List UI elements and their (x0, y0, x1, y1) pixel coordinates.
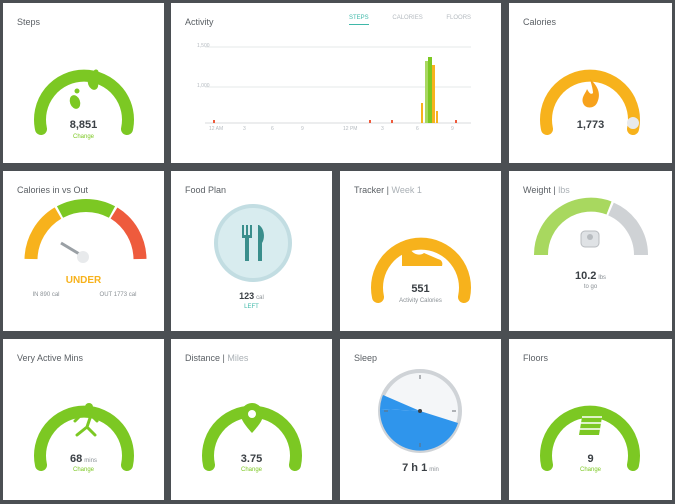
y-axis-label: 1,000 (197, 83, 210, 89)
calories-in-out-status: UNDER (65, 275, 102, 286)
very-active-value: 68 mins (70, 453, 97, 465)
weight-tile[interactable]: Weight | lbs 10.2 lbs to go (509, 171, 672, 331)
floors-status: Change (579, 467, 602, 473)
distance-tile[interactable]: Distance | Miles 3.75 Change (171, 339, 332, 500)
x-axis-label: 6 (271, 126, 274, 132)
sleep-value: 7 h 1 min (402, 462, 439, 474)
very-active-mins-tile[interactable]: Very Active Mins 68 mins Change (3, 339, 164, 500)
distance-status: Change (240, 467, 263, 473)
scale-icon (580, 230, 600, 248)
activity-chart (205, 46, 471, 124)
floors-tile[interactable]: Floors 9 Change (509, 339, 672, 500)
calories-tile[interactable]: Calories 1,773 (509, 3, 672, 163)
food-plan-status: LEFT (244, 304, 259, 310)
x-axis-label: 12 PM (343, 126, 358, 132)
sneaker-icon (402, 249, 443, 266)
steps-value: 8,851 (69, 119, 98, 131)
x-axis-label: 3 (381, 126, 384, 132)
sleep-tile[interactable]: Sleep 7 h 1 min (340, 339, 501, 500)
calories-value: 1,773 (576, 119, 605, 131)
calories-out-label: OUT 1773 cal (99, 292, 137, 298)
tracker-tile[interactable]: Tracker | Week 1 551 Activity Calories (340, 171, 501, 331)
steps-status: Change (72, 134, 95, 140)
weight-caption: to go (583, 284, 598, 290)
map-pin-icon (241, 403, 263, 433)
calories-in-label: IN 890 cal (32, 292, 60, 298)
tracker-caption: Activity Calories (399, 298, 442, 304)
runner-icon (73, 403, 99, 437)
food-plan-value: 123 cal (239, 291, 264, 301)
calories-in-out-tile[interactable]: Calories in vs Out UNDER IN 890 cal OUT … (3, 171, 164, 331)
distance-value: 3.75 (240, 453, 263, 465)
gauge-needle-icon (60, 241, 89, 263)
x-axis-label: 12 AM (209, 126, 224, 132)
x-axis-label: 9 (451, 126, 454, 132)
clock-icon (378, 369, 462, 453)
x-axis-label: 9 (301, 126, 304, 132)
steps-tile[interactable]: Steps 8,851 Change (3, 3, 164, 163)
y-axis-label: 1,500 (197, 43, 210, 49)
flame-icon (582, 79, 599, 108)
x-axis-label: 6 (416, 126, 419, 132)
tracker-value: 551 (411, 283, 430, 295)
stairs-icon (579, 411, 603, 435)
very-active-status: Change (72, 467, 95, 473)
floors-value: 9 (587, 453, 594, 465)
x-axis-label: 3 (243, 126, 246, 132)
weight-value: 10.2 lbs (574, 270, 607, 282)
food-plan-tile[interactable]: Food Plan 123 cal LEFT (171, 171, 332, 331)
activity-tile[interactable]: Activity STEPS CALORIES FLOORS 1,500 1,0… (171, 3, 501, 163)
